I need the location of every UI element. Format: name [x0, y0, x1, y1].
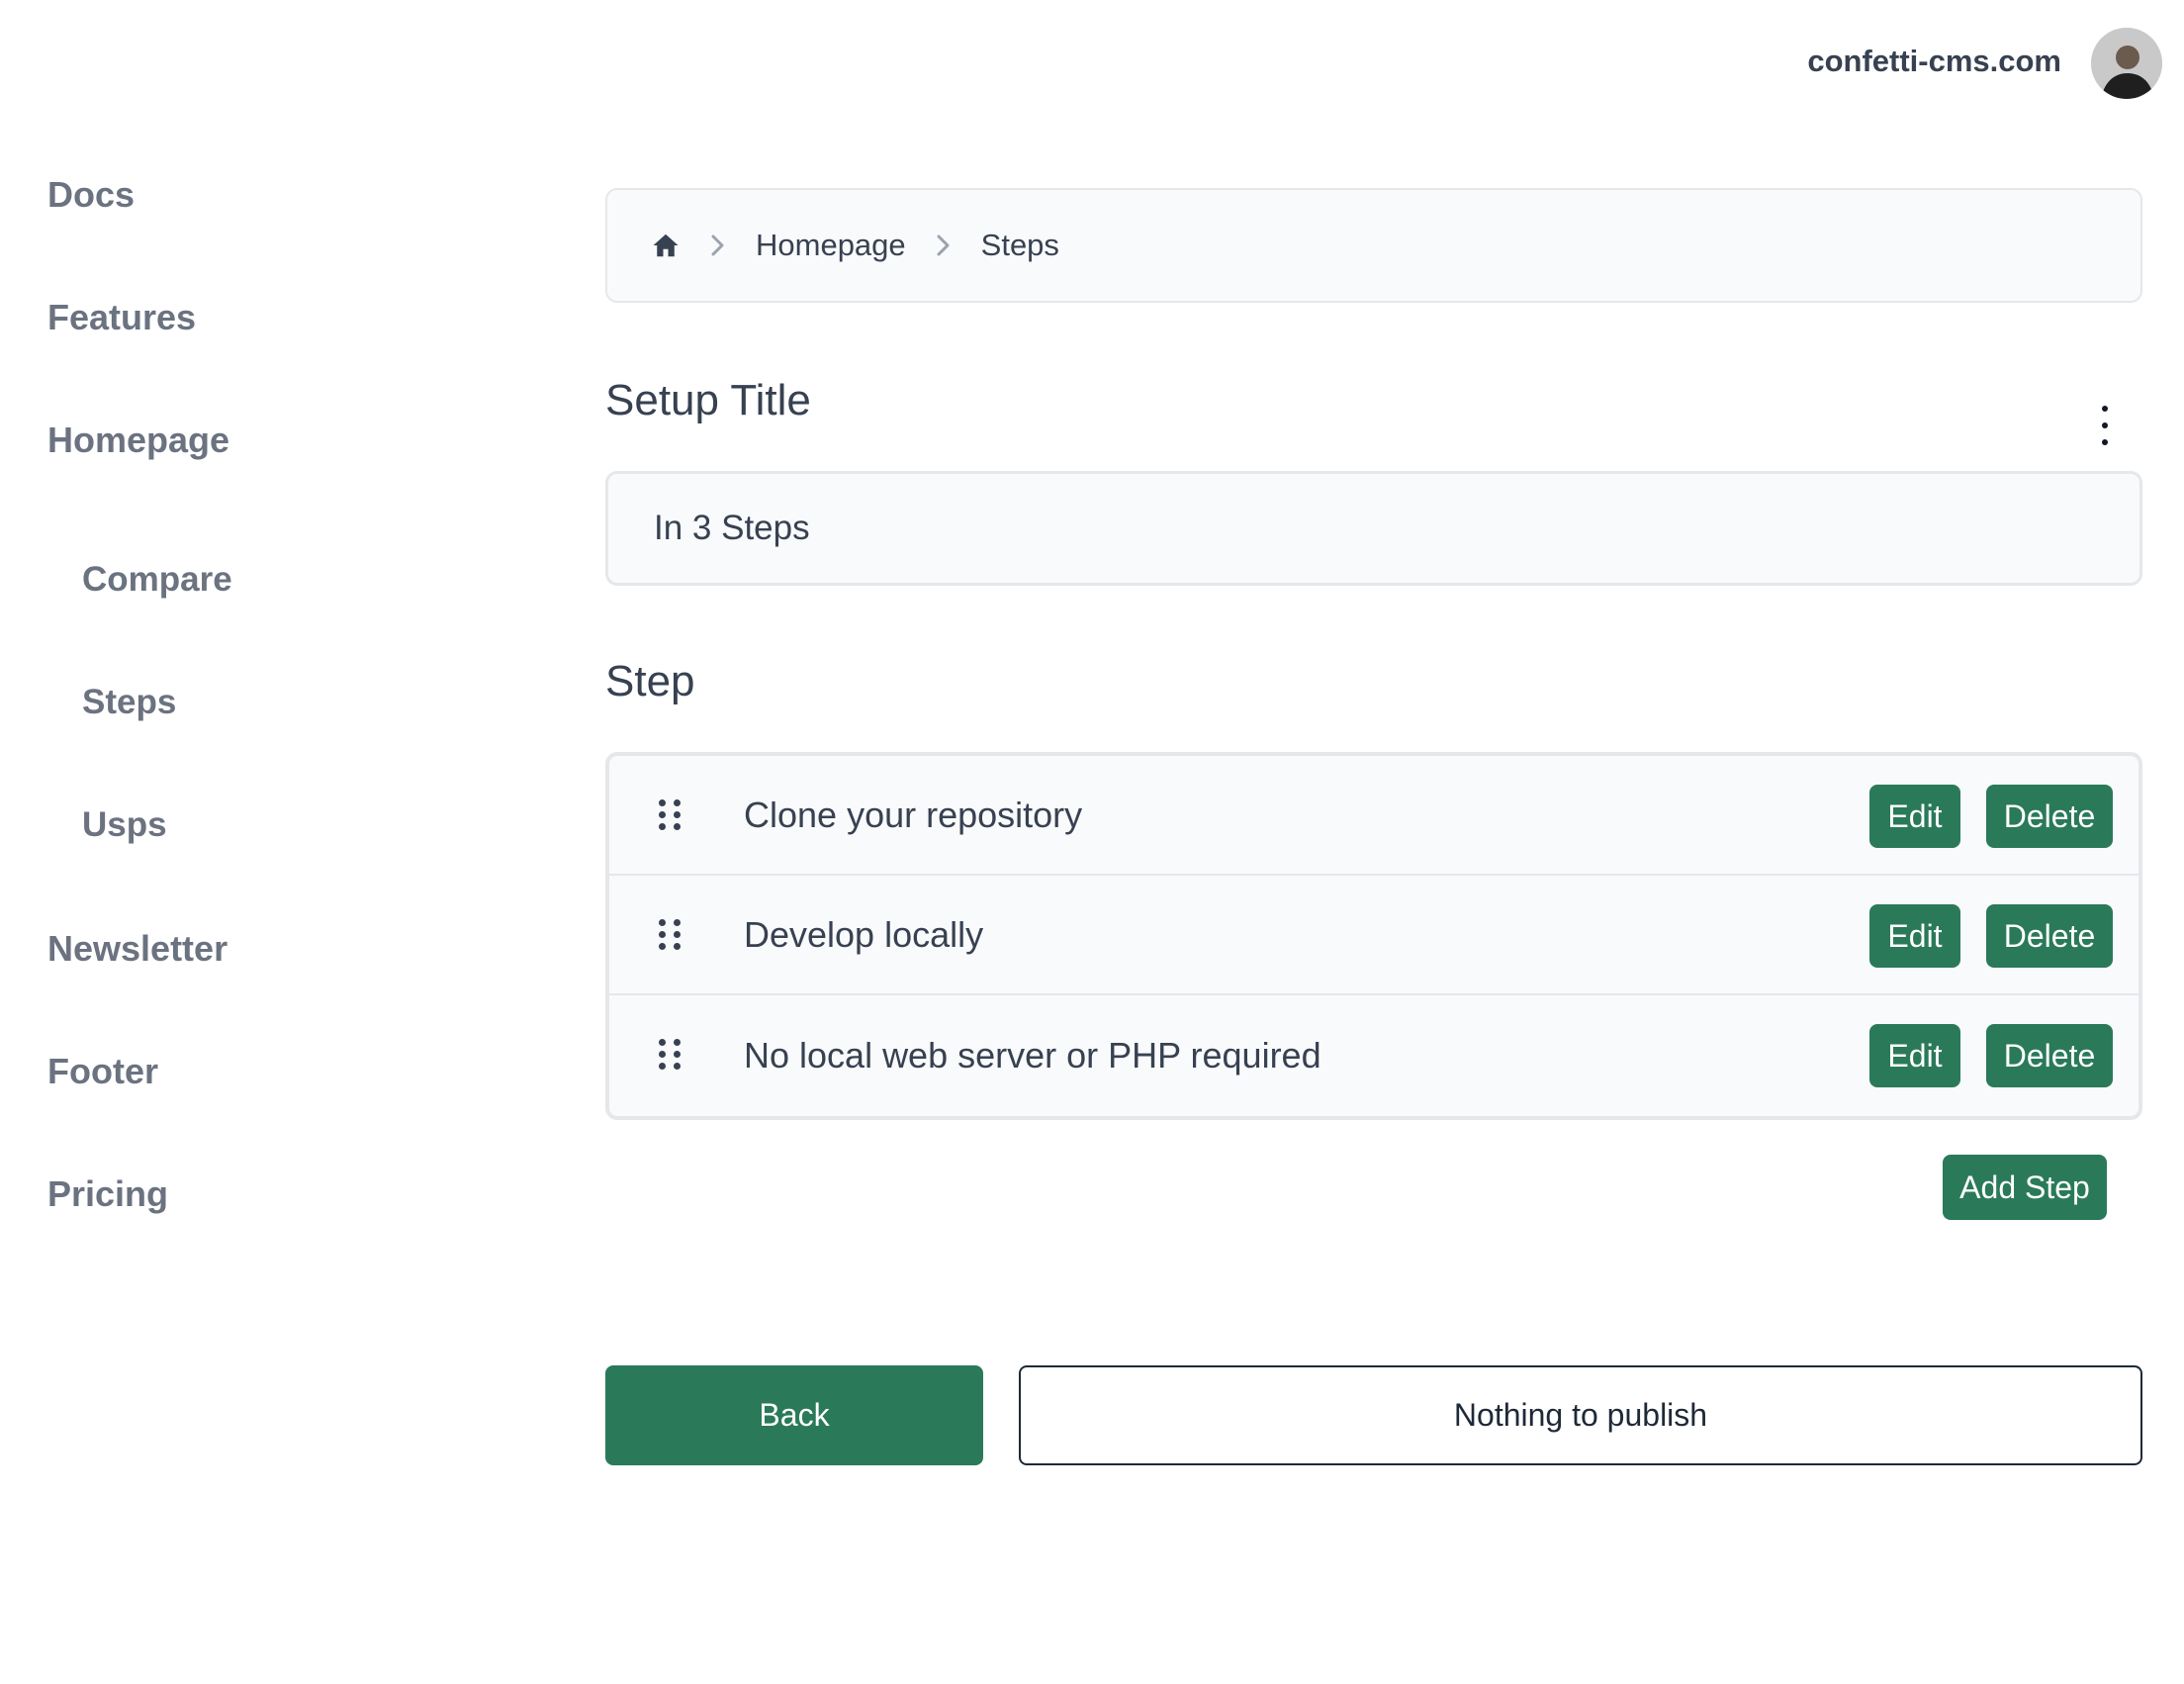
site-name[interactable]: confetti-cms.com [1807, 44, 2061, 79]
top-bar: confetti-cms.com [0, 0, 2184, 129]
sidebar-item-homepage[interactable]: Homepage [47, 420, 229, 461]
sidebar-item-newsletter[interactable]: Newsletter [47, 928, 228, 970]
edit-button[interactable]: Edit [1869, 904, 1960, 968]
home-icon[interactable] [651, 231, 681, 260]
setup-title-value: In 3 Steps [654, 509, 810, 547]
sidebar-item-docs[interactable]: Docs [47, 174, 135, 216]
setup-title-input[interactable]: In 3 Steps [605, 471, 2142, 586]
edit-button[interactable]: Edit [1869, 1024, 1960, 1087]
add-step-button[interactable]: Add Step [1943, 1155, 2107, 1220]
kebab-menu-icon[interactable] [2095, 406, 2115, 445]
user-avatar[interactable] [2091, 28, 2162, 99]
drag-handle-icon[interactable] [659, 799, 681, 831]
breadcrumb-item-homepage[interactable]: Homepage [756, 228, 906, 263]
step-list: Clone your repository Edit Delete Develo… [605, 752, 2142, 1120]
sidebar-item-features[interactable]: Features [47, 297, 196, 338]
step-heading: Step [605, 657, 695, 705]
delete-button[interactable]: Delete [1986, 1024, 2113, 1087]
sidebar-item-steps[interactable]: Steps [82, 683, 176, 722]
drag-handle-icon[interactable] [659, 1039, 681, 1071]
list-item: Develop locally Edit Delete [609, 876, 2138, 995]
delete-button[interactable]: Delete [1986, 904, 2113, 968]
breadcrumb: Homepage Steps [605, 188, 2142, 303]
edit-button[interactable]: Edit [1869, 785, 1960, 848]
step-label: Develop locally [744, 913, 984, 955]
list-item: No local web server or PHP required Edit… [609, 995, 2138, 1115]
setup-title-heading: Setup Title [605, 376, 811, 424]
step-label: No local web server or PHP required [744, 1034, 1321, 1076]
sidebar-item-compare[interactable]: Compare [82, 560, 232, 600]
chevron-right-icon [706, 231, 730, 260]
avatar-icon [2091, 28, 2162, 99]
drag-handle-icon[interactable] [659, 919, 681, 951]
publish-button[interactable]: Nothing to publish [1019, 1365, 2142, 1465]
sidebar-item-pricing[interactable]: Pricing [47, 1173, 168, 1215]
sidebar-item-footer[interactable]: Footer [47, 1051, 158, 1092]
chevron-right-icon [932, 231, 956, 260]
list-item: Clone your repository Edit Delete [609, 756, 2138, 876]
sidebar-item-usps[interactable]: Usps [82, 805, 167, 845]
back-button[interactable]: Back [605, 1365, 983, 1465]
step-label: Clone your repository [744, 794, 1083, 835]
delete-button[interactable]: Delete [1986, 785, 2113, 848]
breadcrumb-item-steps[interactable]: Steps [981, 228, 1059, 263]
